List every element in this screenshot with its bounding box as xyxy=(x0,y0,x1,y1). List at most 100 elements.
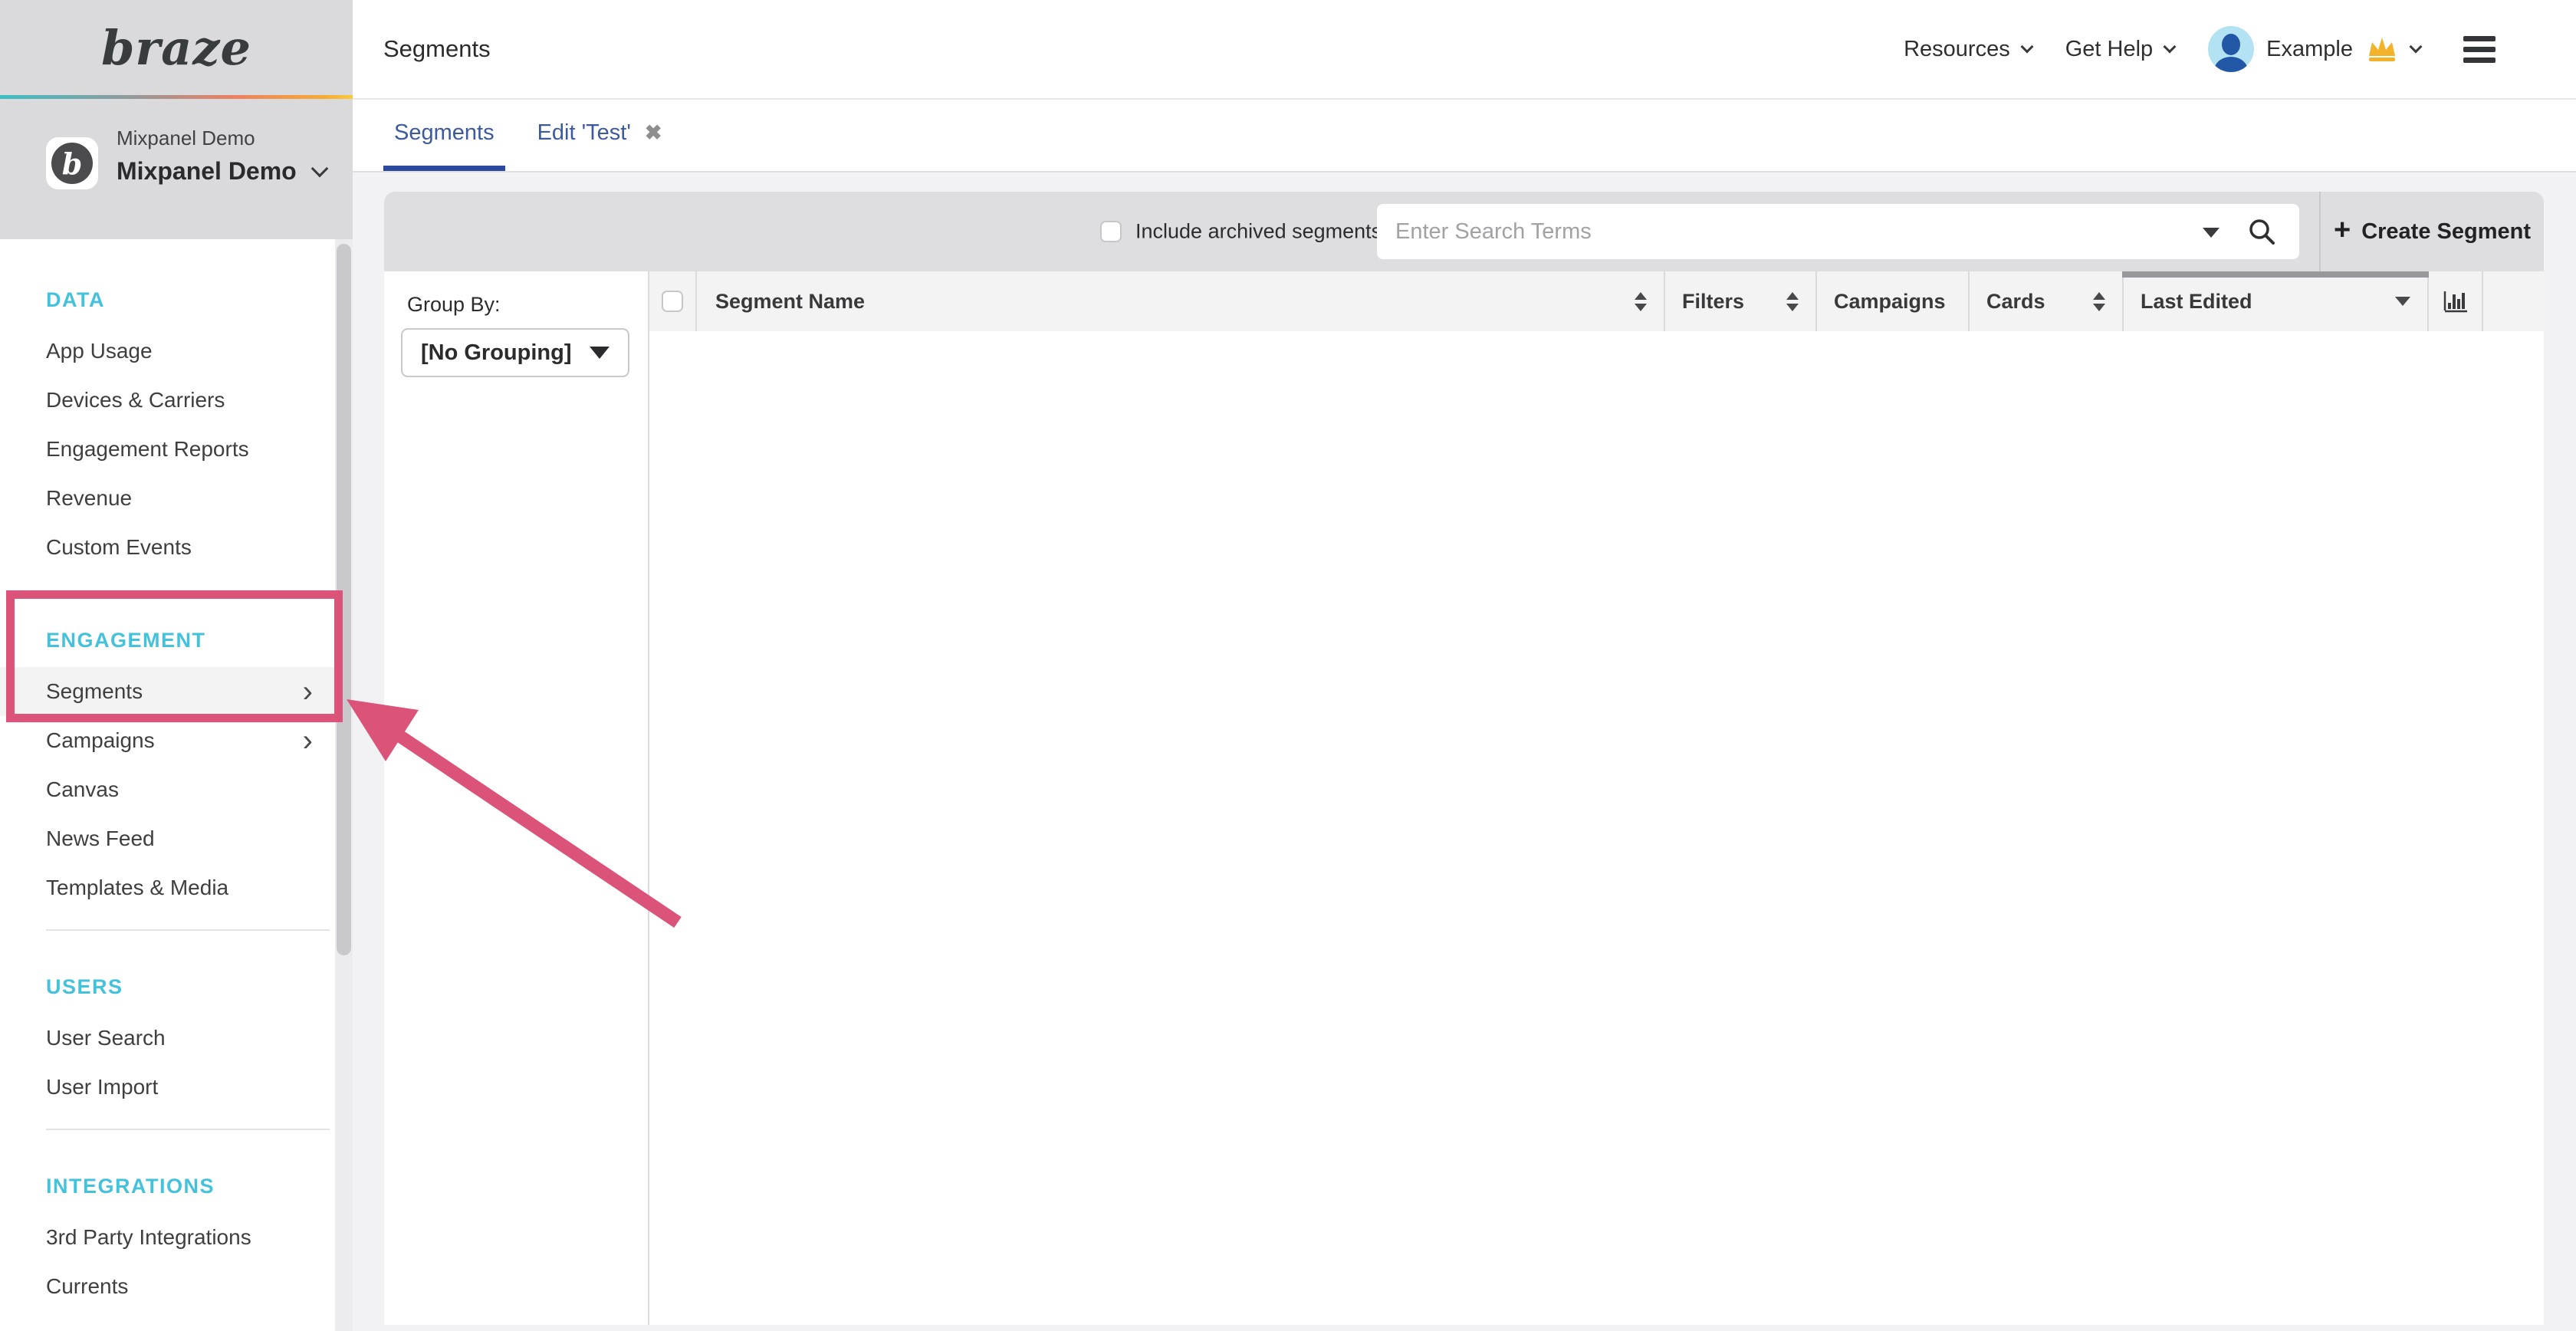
chevron-right-icon: › xyxy=(303,679,313,704)
bar-chart-icon-cell[interactable] xyxy=(2442,288,2469,314)
workspace-app-icon: b xyxy=(46,137,98,189)
sidebar-item-currents[interactable]: Currents xyxy=(0,1262,353,1311)
sidebar-section-users: USERS xyxy=(0,960,353,1014)
workspace-switcher[interactable]: b Mixpanel Demo Mixpanel Demo xyxy=(0,99,353,239)
search-icon[interactable] xyxy=(2247,217,2278,248)
sidebar-item-revenue[interactable]: Revenue xyxy=(0,474,353,523)
filter-bar: Include archived segments + Create Segme… xyxy=(384,192,2544,271)
column-header-chart[interactable] xyxy=(2429,271,2483,331)
sidebar-section-integrations: INTEGRATIONS xyxy=(0,1159,353,1213)
segments-table: Segment Name Filters Campaigns Cards Last Ed… xyxy=(648,271,2544,1325)
sort-icon[interactable] xyxy=(1635,292,1647,311)
hamburger-bar xyxy=(2463,47,2496,52)
group-by-dropdown[interactable]: [No Grouping] xyxy=(401,328,629,377)
sidebar-section-engagement: ENGAGEMENT xyxy=(0,613,353,667)
user-name: Example xyxy=(2266,37,2353,62)
sidebar-item-user-search[interactable]: User Search xyxy=(0,1014,353,1063)
create-segment-button[interactable]: + Create Segment xyxy=(2321,192,2544,271)
column-header-select[interactable] xyxy=(649,271,697,331)
close-tab-icon[interactable]: ✖ xyxy=(645,121,662,145)
chevron-down-icon xyxy=(2020,41,2033,54)
workspace-group-label: Mixpanel Demo xyxy=(117,127,255,150)
column-header-filters[interactable]: Filters xyxy=(1665,271,1817,331)
chevron-down-icon xyxy=(310,159,328,177)
column-label: Cards xyxy=(1986,290,2045,314)
chevron-down-icon xyxy=(2164,41,2177,54)
sidebar-divider xyxy=(46,1129,330,1130)
sort-asc-icon xyxy=(1635,292,1647,300)
braze-b-icon: b xyxy=(51,143,93,184)
dropdown-caret-icon xyxy=(590,347,610,359)
get-help-menu[interactable]: Get Help xyxy=(2065,37,2174,62)
group-by-value: [No Grouping] xyxy=(421,340,572,366)
sidebar-item-devices-carriers[interactable]: Devices & Carriers xyxy=(0,376,353,425)
include-archived-label: Include archived segments xyxy=(1135,220,1382,244)
main-content: Include archived segments + Create Segme… xyxy=(353,173,2576,1331)
sort-asc-icon xyxy=(1786,292,1799,300)
sidebar-item-label: Devices & Carriers xyxy=(46,388,225,412)
chevron-down-icon xyxy=(2410,41,2423,54)
sort-active-bar xyxy=(2122,271,2429,278)
search-dropdown-caret[interactable] xyxy=(2203,228,2220,238)
sidebar-section-data: DATA xyxy=(0,273,353,327)
sort-icon[interactable] xyxy=(2093,292,2105,311)
tab-bar: Segments Edit 'Test' ✖ xyxy=(353,100,2576,173)
select-all-checkbox[interactable] xyxy=(662,291,683,312)
column-header-cards[interactable]: Cards xyxy=(1970,271,2124,331)
create-segment-label: Create Segment xyxy=(2361,219,2531,245)
resources-menu[interactable]: Resources xyxy=(1904,37,2032,62)
table-header-row: Segment Name Filters Campaigns Cards Last Ed… xyxy=(649,271,2544,331)
tab-segments[interactable]: Segments xyxy=(383,100,505,171)
sidebar-item-segments[interactable]: Segments› xyxy=(0,667,353,716)
column-label: Campaigns xyxy=(1834,290,1946,314)
group-by-panel: Group By: [No Grouping] xyxy=(384,271,648,1325)
sort-desc-icon xyxy=(2093,304,2105,311)
crown-icon xyxy=(2365,35,2399,63)
sidebar-scrollbar-thumb[interactable] xyxy=(337,244,351,955)
sidebar-item-label: Currents xyxy=(46,1274,128,1299)
search-box xyxy=(1377,204,2299,259)
hamburger-bar xyxy=(2463,36,2496,41)
tab-edit-test[interactable]: Edit 'Test' ✖ xyxy=(527,100,673,171)
search-input[interactable] xyxy=(1377,204,2299,259)
sort-desc-icon xyxy=(1786,304,1799,311)
sidebar-scrollbar-track xyxy=(335,239,353,1331)
column-header-last-edited[interactable]: Last Edited xyxy=(2124,271,2429,331)
sidebar-item-campaigns[interactable]: Campaigns› xyxy=(0,716,353,765)
sidebar-item-engagement-reports[interactable]: Engagement Reports xyxy=(0,425,353,474)
sidebar-item-templates-media[interactable]: Templates & Media xyxy=(0,863,353,912)
plus-icon: + xyxy=(2334,215,2351,245)
sidebar-item-label: User Import xyxy=(46,1075,158,1099)
top-bar-right: Resources Get Help Example xyxy=(1904,26,2496,72)
include-archived-checkbox[interactable] xyxy=(1100,221,1122,242)
get-help-label: Get Help xyxy=(2065,37,2153,62)
column-header-campaigns[interactable]: Campaigns xyxy=(1817,271,1970,331)
column-label: Last Edited xyxy=(2141,290,2252,314)
sidebar: braze b Mixpanel Demo Mixpanel Demo DATA… xyxy=(0,0,353,1331)
sort-icon[interactable] xyxy=(1786,292,1799,311)
column-header-segment-name[interactable]: Segment Name xyxy=(697,271,1665,331)
sidebar-item-label: Engagement Reports xyxy=(46,437,249,462)
sidebar-item-news-feed[interactable]: News Feed xyxy=(0,814,353,863)
sidebar-item-label: Revenue xyxy=(46,486,132,511)
sidebar-item-label: App Usage xyxy=(46,339,153,363)
sidebar-item-canvas[interactable]: Canvas xyxy=(0,765,353,814)
tab-label: Edit 'Test' xyxy=(537,120,631,146)
sort-asc-icon xyxy=(2093,292,2105,300)
sidebar-item-custom-events[interactable]: Custom Events xyxy=(0,523,353,572)
chevron-right-icon: › xyxy=(303,728,313,753)
sidebar-item-user-import[interactable]: User Import xyxy=(0,1063,353,1112)
hamburger-bar xyxy=(2463,58,2496,63)
user-menu[interactable]: Example xyxy=(2208,26,2420,72)
sidebar-item-3rd-party-integrations[interactable]: 3rd Party Integrations xyxy=(0,1213,353,1262)
sidebar-divider xyxy=(46,929,330,931)
workspace-name: Mixpanel Demo xyxy=(117,157,326,186)
sidebar-item-label: Custom Events xyxy=(46,535,192,560)
workspace-name-label: Mixpanel Demo xyxy=(117,157,297,186)
bar-chart-icon xyxy=(2442,288,2469,314)
braze-logo[interactable]: braze xyxy=(101,20,251,76)
hamburger-menu-icon[interactable] xyxy=(2463,36,2496,63)
sidebar-item-app-usage[interactable]: App Usage xyxy=(0,327,353,376)
column-label: Segment Name xyxy=(715,290,865,314)
page-title: Segments xyxy=(383,35,491,63)
